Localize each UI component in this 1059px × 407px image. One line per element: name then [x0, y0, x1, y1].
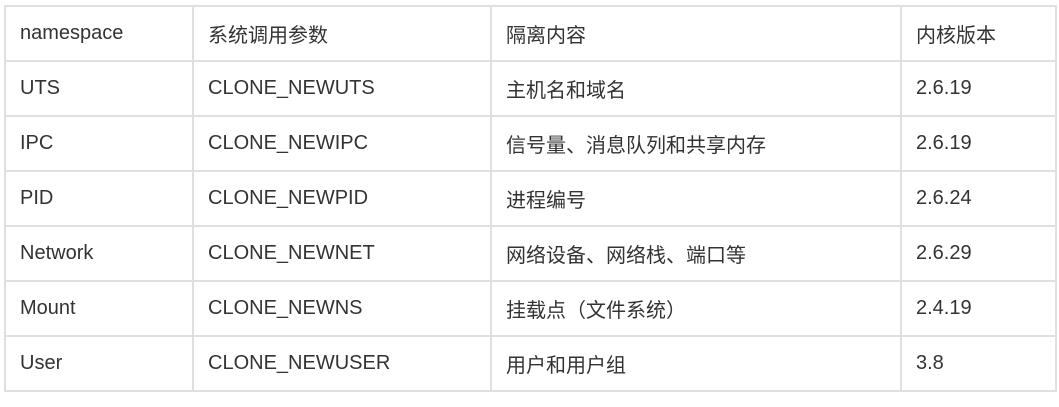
cell-namespace: Mount: [4, 280, 194, 337]
cell-kernel-version: 2.6.29: [900, 225, 1057, 282]
cell-namespace: IPC: [4, 115, 194, 172]
cell-syscall-param: CLONE_NEWUTS: [192, 60, 492, 117]
cell-syscall-param: CLONE_NEWUSER: [192, 335, 492, 392]
table-row: IPC CLONE_NEWIPC 信号量、消息队列和共享内存 2.6.19: [4, 115, 1057, 172]
cell-syscall-param: CLONE_NEWNET: [192, 225, 492, 282]
table-row: PID CLONE_NEWPID 进程编号 2.6.24: [4, 170, 1057, 227]
header-kernel-version: 内核版本: [900, 5, 1057, 62]
table-row: Mount CLONE_NEWNS 挂载点（文件系统） 2.4.19: [4, 280, 1057, 337]
header-isolated-content: 隔离内容: [490, 5, 902, 62]
cell-isolated-content: 主机名和域名: [490, 60, 902, 117]
cell-syscall-param: CLONE_NEWPID: [192, 170, 492, 227]
table-row: UTS CLONE_NEWUTS 主机名和域名 2.6.19: [4, 60, 1057, 117]
table-row: User CLONE_NEWUSER 用户和用户组 3.8: [4, 335, 1057, 392]
cell-namespace: Network: [4, 225, 194, 282]
cell-isolated-content: 网络设备、网络栈、端口等: [490, 225, 902, 282]
cell-kernel-version: 2.6.19: [900, 115, 1057, 172]
header-syscall-param: 系统调用参数: [192, 5, 492, 62]
header-row: namespace 系统调用参数 隔离内容 内核版本: [4, 5, 1057, 62]
table-row: Network CLONE_NEWNET 网络设备、网络栈、端口等 2.6.29: [4, 225, 1057, 282]
cell-kernel-version: 2.6.24: [900, 170, 1057, 227]
cell-isolated-content: 信号量、消息队列和共享内存: [490, 115, 902, 172]
cell-kernel-version: 2.4.19: [900, 280, 1057, 337]
cell-isolated-content: 挂载点（文件系统）: [490, 280, 902, 337]
header-namespace: namespace: [4, 5, 194, 62]
cell-namespace: PID: [4, 170, 194, 227]
cell-syscall-param: CLONE_NEWNS: [192, 280, 492, 337]
cell-namespace: User: [4, 335, 194, 392]
cell-isolated-content: 进程编号: [490, 170, 902, 227]
namespace-table: namespace 系统调用参数 隔离内容 内核版本 UTS CLONE_NEWUTS 主机…: [4, 5, 1057, 392]
cell-isolated-content: 用户和用户组: [490, 335, 902, 392]
cell-syscall-param: CLONE_NEWIPC: [192, 115, 492, 172]
cell-kernel-version: 2.6.19: [900, 60, 1057, 117]
cell-namespace: UTS: [4, 60, 194, 117]
cell-kernel-version: 3.8: [900, 335, 1057, 392]
